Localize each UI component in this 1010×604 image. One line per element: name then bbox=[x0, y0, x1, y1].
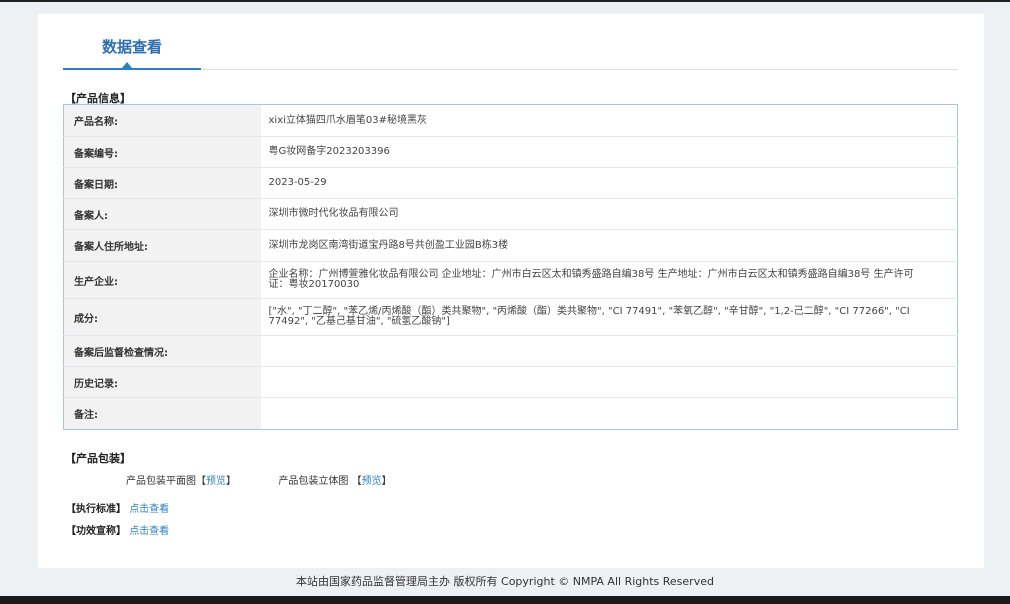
window-top-edge bbox=[0, 0, 1010, 2]
info-row-value bbox=[260, 335, 958, 367]
info-row-value: 深圳市微时代化妆品有限公司 bbox=[260, 198, 958, 230]
info-row: 备案人: 深圳市微时代化妆品有限公司 bbox=[63, 198, 958, 230]
info-row-label: 历史记录: bbox=[63, 366, 261, 398]
info-row: 生产企业: 企业名称：广州博萱雅化妆品有限公司 企业地址：广州市白云区太和镇秀盛路… bbox=[63, 261, 958, 299]
info-row: 产品名称: xixi立体猫四爪水眉笔03#秘境黑灰 bbox=[63, 104, 958, 137]
product-info-table: 产品名称: xixi立体猫四爪水眉笔03#秘境黑灰 备案编号: 粤G妆网备字20232… bbox=[63, 104, 958, 430]
info-row-value: 深圳市龙岗区南湾街道宝丹路8号共创盈工业园B栋3楼 bbox=[260, 229, 958, 262]
tab-active-caret-icon bbox=[122, 62, 132, 68]
info-row-value: 企业名称：广州博萱雅化妆品有限公司 企业地址：广州市白云区太和镇秀盛路自编38号… bbox=[260, 261, 958, 299]
stereo-preview-link[interactable]: 预览 bbox=[362, 472, 382, 487]
info-row-label: 备注: bbox=[63, 397, 261, 430]
standard-row: 【执行标准】 点击查看 bbox=[66, 500, 169, 515]
info-row-value: 2023-05-29 bbox=[260, 167, 958, 199]
info-row-value: 粤G妆网备字2023203396 bbox=[260, 136, 958, 168]
info-row: 备案后监督检查情况: bbox=[63, 335, 958, 367]
info-row-value bbox=[261, 398, 958, 430]
bracket-close: 】 bbox=[226, 476, 236, 487]
info-row: 历史记录: bbox=[63, 366, 958, 398]
standard-tag: 【执行标准】 bbox=[66, 504, 126, 515]
info-row-label: 生产企业: bbox=[63, 261, 261, 299]
efficacy-tag: 【功效宣称】 bbox=[66, 526, 126, 537]
bracket-close: 】 bbox=[381, 476, 392, 487]
info-row-label: 成分: bbox=[63, 298, 261, 336]
info-row-label: 备案人住所地址: bbox=[63, 229, 261, 262]
tab-data-view[interactable]: 数据查看 bbox=[63, 14, 201, 70]
packaging-row: 产品包装平面图【预览】 产品包装立体图 【预览】 bbox=[126, 472, 392, 487]
packaging-stereo-label: 产品包装立体图 bbox=[278, 476, 349, 487]
info-row-label: 备案人: bbox=[63, 198, 261, 230]
info-row: 备案人住所地址: 深圳市龙岗区南湾街道宝丹路8号共创盈工业园B栋3楼 bbox=[63, 229, 958, 262]
efficacy-row: 【功效宣称】 点击查看 bbox=[66, 522, 169, 537]
info-row: 成分: ["水", "丁二醇", "苯乙烯/丙烯酸（酯）类共聚物", "丙烯酸（酯… bbox=[63, 298, 958, 336]
bracket-open: 【 bbox=[351, 476, 362, 487]
info-row-value bbox=[260, 366, 958, 398]
efficacy-view-link[interactable]: 点击查看 bbox=[129, 526, 169, 537]
content-panel: 数据查看 【产品信息】 产品名称: xixi立体猫四爪水眉笔03#秘境黑灰 备案编号… bbox=[38, 14, 984, 568]
info-row-label: 备案日期: bbox=[63, 167, 261, 199]
tab-bar: 数据查看 bbox=[63, 14, 958, 70]
tab-data-view-label: 数据查看 bbox=[101, 38, 162, 56]
info-row-value: xixi立体猫四爪水眉笔03#秘境黑灰 bbox=[260, 104, 958, 137]
flat-preview-link[interactable]: 预览 bbox=[206, 472, 226, 487]
site-footer: 本站由国家药品监督管理局主办 版权所有 Copyright © NMPA All… bbox=[296, 575, 714, 588]
packaging-flat-label: 产品包装平面图 bbox=[126, 476, 196, 487]
bracket-open: 【 bbox=[196, 476, 206, 487]
window-bottom-edge bbox=[0, 596, 1010, 604]
info-row-label: 备案编号: bbox=[63, 136, 261, 168]
info-row: 备注: bbox=[63, 397, 958, 430]
info-row-value: ["水", "丁二醇", "苯乙烯/丙烯酸（酯）类共聚物", "丙烯酸（酯）类共… bbox=[260, 298, 958, 336]
info-row: 备案日期: 2023-05-29 bbox=[63, 167, 958, 199]
packaging-title: 【产品包装】 bbox=[65, 452, 131, 465]
info-row: 备案编号: 粤G妆网备字2023203396 bbox=[63, 136, 958, 168]
info-row-label: 备案后监督检查情况: bbox=[63, 335, 261, 367]
standard-view-link[interactable]: 点击查看 bbox=[129, 504, 169, 515]
info-row-label: 产品名称: bbox=[63, 104, 261, 137]
